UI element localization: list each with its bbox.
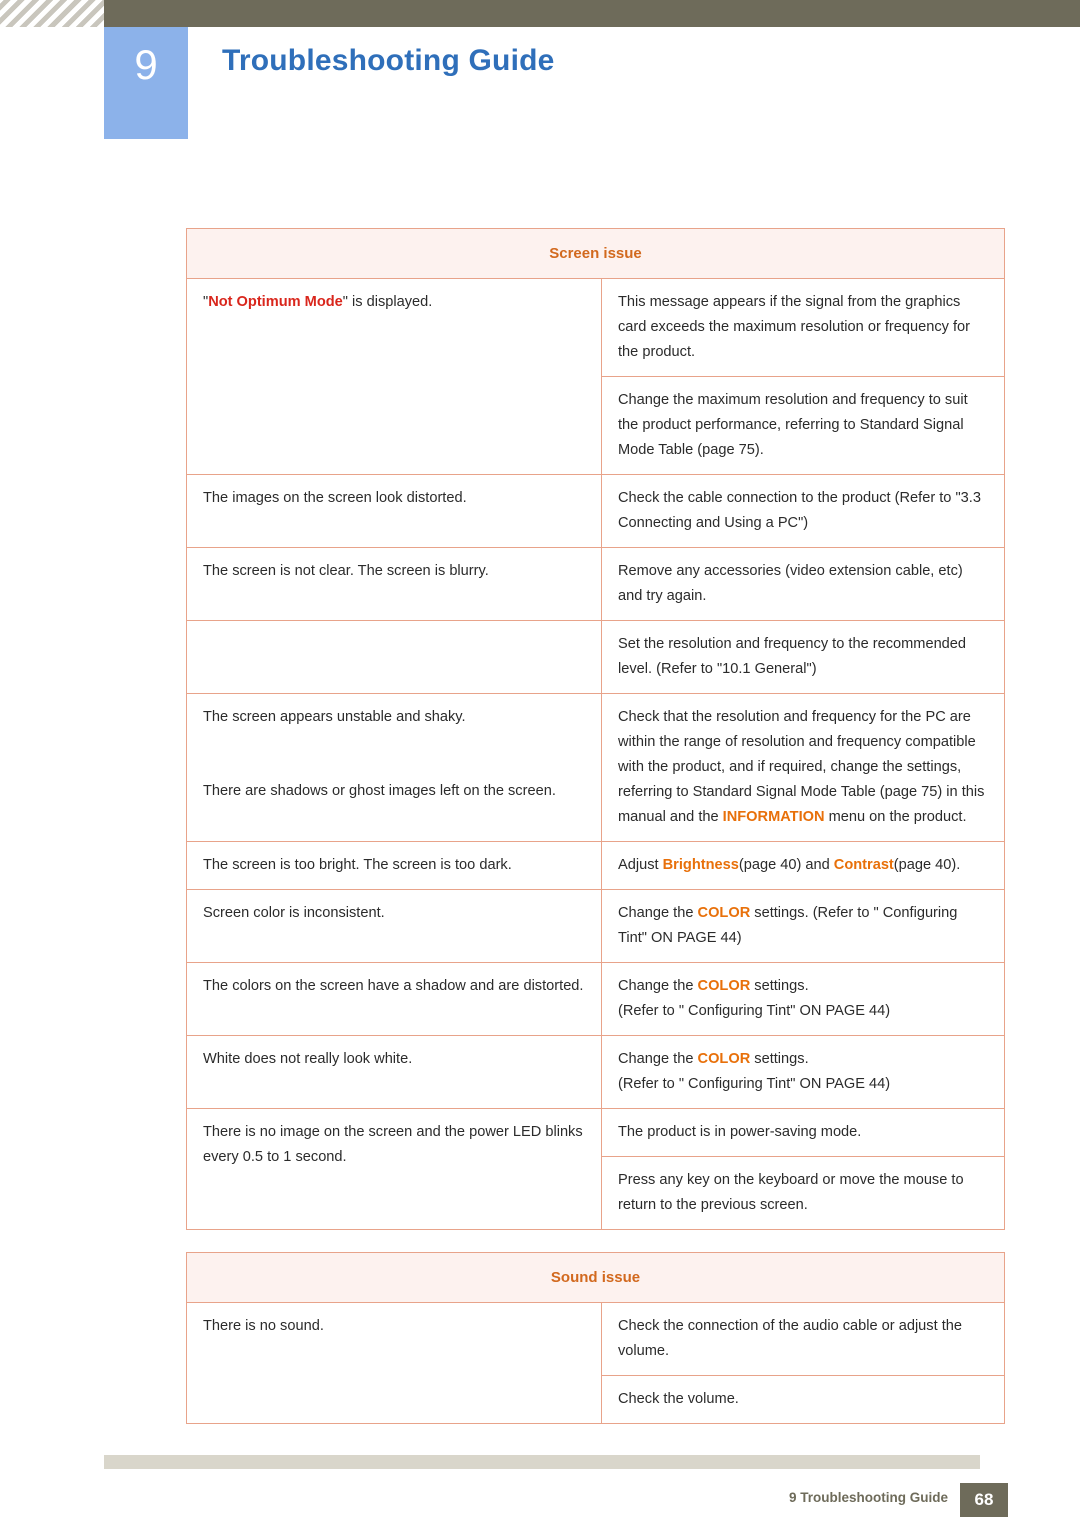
solution-text-pre: Change the [618,905,698,921]
solution-cell: Press any key on the keyboard or move th… [601,1156,1005,1230]
table-section-header-sound: Sound issue [186,1252,1005,1303]
solution-cell: This message appears if the signal from … [601,278,1005,377]
solution-cell: Change the COLOR settings. (Refer to " C… [601,962,1005,1036]
symptom-cell: There are shadows or ghost images left o… [186,767,602,842]
table-row: There is no sound. Check the connection … [186,1302,1005,1424]
solution-highlight-color: COLOR [697,1051,751,1067]
page-title: Troubleshooting Guide [222,44,555,77]
chapter-number: 9 [134,41,158,88]
table-row: Screen color is inconsistent. Change the… [186,889,1005,963]
symptom-cell: There is no sound. [186,1302,602,1424]
header-band [0,0,1080,27]
footer-label: 9 Troubleshooting Guide [788,1490,948,1505]
solution-text-mid: (page 40) and [738,857,834,873]
symptom-cell: The screen is too bright. The screen is … [186,841,602,890]
table-row: The colors on the screen have a shadow a… [186,962,1005,1036]
solution-text-post: (page 40). [893,857,961,873]
table-row: "Not Optimum Mode" is displayed. This me… [186,278,1005,475]
symptom-cell: White does not really look white. [186,1035,602,1109]
solution-text-pre: Adjust [618,857,663,873]
section-header-label: Screen issue [186,228,1005,279]
table-row: There is no image on the screen and the … [186,1108,1005,1230]
solution-cell: Change the COLOR settings. (Refer to " C… [601,1035,1005,1109]
solution-text-part2: menu on the product. [824,809,967,825]
table-row: White does not really look white. Change… [186,1035,1005,1109]
solution-highlight-contrast: Contrast [833,857,894,873]
solution-text-line2: (Refer to " Configuring Tint" ON PAGE 44… [618,1003,891,1019]
solution-cell: Adjust Brightness(page 40) and Contrast(… [601,841,1005,890]
solution-text-pre: Change the [618,1051,698,1067]
solution-cell: Change the maximum resolution and freque… [601,376,1005,475]
symptom-cell: Screen color is inconsistent. [186,889,602,963]
symptom-cell: The screen is not clear. The screen is b… [186,547,602,621]
solution-cell: The product is in power-saving mode. [601,1108,1005,1157]
symptom-cell: The colors on the screen have a shadow a… [186,962,602,1036]
symptom-cell: The screen appears unstable and shaky. [186,693,602,768]
solution-cell: Check that the resolution and frequency … [601,693,1005,842]
solution-cell: Check the volume. [601,1375,1005,1424]
table-row: Set the resolution and frequency to the … [186,620,1005,694]
table-row: The screen is too bright. The screen is … [186,841,1005,890]
solution-text-post: settings. [750,978,809,994]
header-hatch-decoration [0,0,104,27]
troubleshooting-table: Screen issue "Not Optimum Mode" is displ… [186,228,1005,1424]
symptom-highlight: Not Optimum Mode [208,294,343,310]
solution-highlight-color: COLOR [697,905,751,921]
table-spacer [187,1230,1005,1253]
symptom-cell [186,620,602,694]
symptom-cell: There is no image on the screen and the … [186,1108,602,1230]
section-header-label: Sound issue [186,1252,1005,1303]
solution-highlight-brightness: Brightness [662,857,739,873]
table-row: The images on the screen look distorted.… [186,474,1005,548]
solution-cell: Remove any accessories (video extension … [601,547,1005,621]
solution-cell: Check the connection of the audio cable … [601,1302,1005,1376]
solution-highlight-color: COLOR [697,978,751,994]
solution-cell: Check the cable connection to the produc… [601,474,1005,548]
symptom-text-post: " is displayed. [342,294,433,310]
solution-cell: Set the resolution and frequency to the … [601,620,1005,694]
solution-text-part1: Check that the resolution and frequency … [618,709,985,825]
symptom-cell: "Not Optimum Mode" is displayed. [186,278,602,475]
symptom-cell: The images on the screen look distorted. [186,474,602,548]
table-row: The screen is not clear. The screen is b… [186,547,1005,621]
footer-rule [104,1455,980,1469]
table-section-header-screen: Screen issue [186,228,1005,279]
solution-text-post: settings. [750,1051,809,1067]
solution-cell: Change the COLOR settings. (Refer to " C… [601,889,1005,963]
solution-text-line2: (Refer to " Configuring Tint" ON PAGE 44… [618,1076,891,1092]
page-number: 68 [960,1483,1008,1517]
table-row: The screen appears unstable and shaky. C… [186,693,1005,842]
solution-highlight: INFORMATION [722,809,825,825]
solution-text-pre: Change the [618,978,698,994]
